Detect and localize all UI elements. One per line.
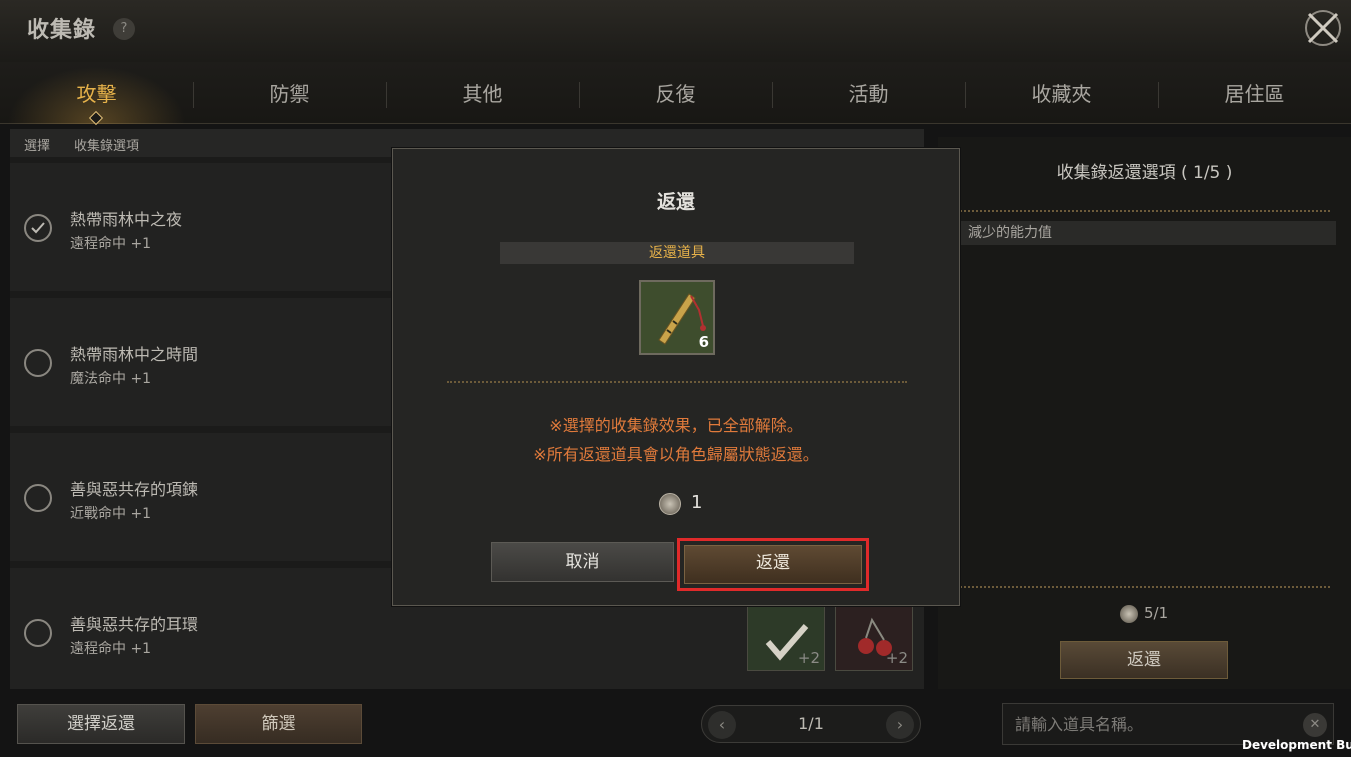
return-cost: 1 (691, 492, 703, 513)
warning-message: ※選擇的收集錄效果，已全部解除。 (549, 416, 803, 435)
return-coin-icon (659, 493, 681, 515)
dialog-title: 返還 (656, 191, 695, 213)
return-item-slot: 6 (639, 280, 715, 355)
item-quantity: 6 (698, 333, 709, 351)
divider (447, 381, 907, 383)
cancel-button[interactable]: 取消 (491, 542, 674, 582)
warning-message: ※所有返還道具會以角色歸屬狀態返還。 (533, 445, 819, 464)
confirm-return-button[interactable]: 返還 (684, 545, 862, 584)
modal-overlay: 返還 返還道具 6 ※選擇的收集錄效果，已全部解除。 ※所有返還道具會以角色歸屬… (0, 0, 1351, 757)
confirm-return-highlight: 返還 (677, 538, 869, 591)
dialog-subtitle: 返還道具 (500, 242, 854, 264)
return-dialog: 返還 返還道具 6 ※選擇的收集錄效果，已全部解除。 ※所有返還道具會以角色歸屬… (392, 148, 960, 606)
